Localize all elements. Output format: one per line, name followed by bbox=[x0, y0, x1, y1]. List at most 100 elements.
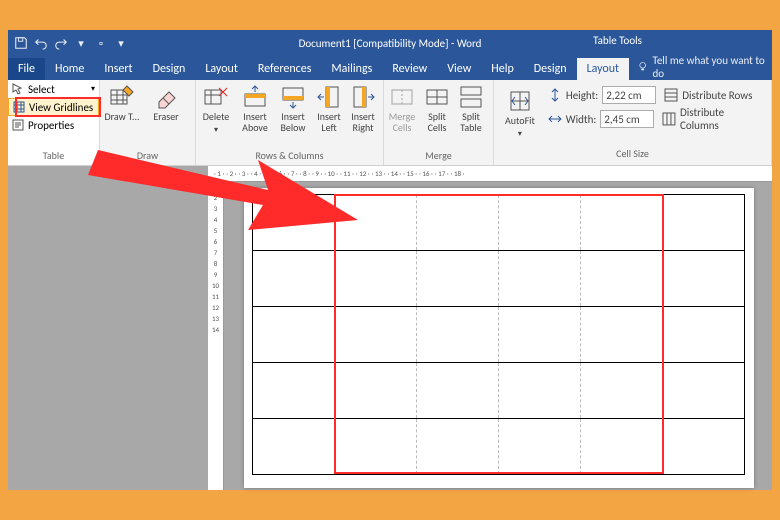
gridlines-icon bbox=[13, 101, 25, 113]
group-table: Select ▾ View Gridlines Properties Table bbox=[8, 80, 100, 165]
height-input[interactable]: 2,22 cm bbox=[602, 86, 656, 104]
group-label-table: Table bbox=[8, 149, 99, 165]
distribute-rows-label: Distribute Rows bbox=[682, 89, 752, 102]
split-cells-icon bbox=[424, 84, 450, 110]
group-label-merge: Merge bbox=[384, 149, 493, 165]
width-label: Width: bbox=[566, 113, 597, 126]
ribbon-tabs: File Home Insert Design Layout Reference… bbox=[8, 56, 772, 80]
distribute-cols-label: Distribute Columns bbox=[680, 106, 765, 132]
insert-row-below-icon bbox=[280, 84, 306, 110]
autofit-label: AutoFit bbox=[505, 116, 535, 127]
qat-icon[interactable]: ▾ bbox=[74, 36, 88, 50]
chevron-down-icon: ▾ bbox=[214, 125, 218, 135]
group-cell-size: AutoFit ▾ Height: 2,22 cm Distribute Row… bbox=[494, 80, 772, 165]
view-gridlines-label: View Gridlines bbox=[29, 101, 93, 114]
eraser-icon bbox=[153, 84, 179, 110]
tab-context-design[interactable]: Design bbox=[524, 58, 577, 80]
merge-cells-label: Merge Cells bbox=[384, 112, 420, 133]
autofit-icon bbox=[507, 88, 533, 114]
lightbulb-icon bbox=[637, 61, 648, 73]
split-cells-button[interactable]: Split Cells bbox=[420, 80, 454, 133]
save-icon[interactable] bbox=[14, 36, 28, 50]
distribute-cols-button[interactable]: Distribute Columns bbox=[662, 106, 765, 132]
width-input[interactable]: 2,45 cm bbox=[600, 110, 654, 128]
chevron-down-icon: ▾ bbox=[91, 84, 95, 94]
width-value: 2,45 cm bbox=[604, 113, 639, 126]
title-bar: ▾ ▫ ▾ Document1 [Compatibility Mode] - W… bbox=[8, 30, 772, 56]
tab-insert[interactable]: Insert bbox=[94, 58, 142, 80]
autofit-button[interactable]: AutoFit ▾ bbox=[500, 84, 540, 139]
col-width-icon bbox=[548, 112, 562, 126]
height-label: Height: bbox=[566, 89, 598, 102]
tab-layout[interactable]: Layout bbox=[195, 58, 248, 80]
tell-me-search[interactable]: Tell me what you want to do bbox=[637, 54, 772, 80]
draw-table-button[interactable]: Draw T... bbox=[100, 80, 144, 123]
view-gridlines-button[interactable]: View Gridlines bbox=[8, 98, 99, 116]
tab-review[interactable]: Review bbox=[382, 58, 437, 80]
document-page[interactable] bbox=[244, 188, 754, 488]
tab-context-layout[interactable]: Layout bbox=[577, 58, 630, 80]
ribbon: Select ▾ View Gridlines Properties Table bbox=[8, 80, 772, 166]
tell-me-label: Tell me what you want to do bbox=[652, 54, 772, 80]
undo-icon[interactable] bbox=[34, 36, 48, 50]
pencil-table-icon bbox=[109, 84, 135, 110]
insert-right-label: Insert Right bbox=[346, 112, 380, 133]
group-label-rowscols: Rows & Columns bbox=[196, 149, 383, 165]
insert-col-left-icon bbox=[316, 84, 342, 110]
split-cells-label: Split Cells bbox=[420, 112, 454, 133]
document-table[interactable] bbox=[252, 194, 745, 475]
qat-icon[interactable]: ▾ bbox=[114, 36, 128, 50]
tab-file[interactable]: File bbox=[8, 58, 45, 80]
quick-access-toolbar: ▾ ▫ ▾ bbox=[8, 36, 128, 50]
insert-above-button[interactable]: Insert Above bbox=[236, 80, 274, 133]
tab-help[interactable]: Help bbox=[481, 58, 524, 80]
insert-above-label: Insert Above bbox=[236, 112, 274, 133]
qat-icon[interactable]: ▫ bbox=[94, 36, 108, 50]
properties-button[interactable]: Properties bbox=[8, 116, 99, 134]
eraser-label: Eraser bbox=[153, 112, 178, 123]
split-table-button[interactable]: Split Table bbox=[454, 80, 488, 133]
delete-button[interactable]: Delete ▾ bbox=[196, 80, 236, 135]
select-button[interactable]: Select ▾ bbox=[8, 80, 99, 98]
tab-design[interactable]: Design bbox=[143, 58, 196, 80]
merge-cells-icon bbox=[389, 84, 415, 110]
tab-mailings[interactable]: Mailings bbox=[321, 58, 382, 80]
group-label-draw: Draw bbox=[100, 149, 195, 165]
word-window: ▾ ▫ ▾ Document1 [Compatibility Mode] - W… bbox=[8, 30, 772, 490]
chevron-down-icon: ▾ bbox=[518, 129, 522, 139]
insert-left-label: Insert Left bbox=[312, 112, 346, 133]
horizontal-ruler[interactable]: · 1 ·· 2 ·· 3 ·· 4 ·· 5 ·· 6 ·· 7 ·· 8 ·… bbox=[208, 166, 772, 182]
insert-row-above-icon bbox=[242, 84, 268, 110]
distribute-rows-icon bbox=[664, 88, 678, 102]
redo-icon[interactable] bbox=[54, 36, 68, 50]
contextual-tab-group-label: Table Tools bbox=[593, 34, 642, 47]
select-label: Select bbox=[28, 83, 55, 96]
insert-left-button[interactable]: Insert Left bbox=[312, 80, 346, 133]
group-rows-columns: Delete ▾ Insert Above Insert Below Inser… bbox=[196, 80, 384, 165]
height-value: 2,22 cm bbox=[606, 89, 641, 102]
properties-icon bbox=[12, 119, 24, 131]
properties-label: Properties bbox=[28, 119, 74, 132]
insert-below-label: Insert Below bbox=[274, 112, 312, 133]
distribute-cols-icon bbox=[662, 112, 676, 126]
tab-home[interactable]: Home bbox=[45, 58, 94, 80]
distribute-rows-button[interactable]: Distribute Rows bbox=[664, 88, 752, 102]
merge-cells-button: Merge Cells bbox=[384, 80, 420, 133]
delete-table-icon bbox=[203, 84, 229, 110]
row-height-icon bbox=[548, 88, 562, 102]
split-table-icon bbox=[458, 84, 484, 110]
insert-right-button[interactable]: Insert Right bbox=[346, 80, 380, 133]
draw-table-label: Draw T... bbox=[104, 112, 139, 123]
group-label-cellsize: Cell Size bbox=[500, 147, 765, 163]
split-table-label: Split Table bbox=[454, 112, 488, 133]
insert-col-right-icon bbox=[350, 84, 376, 110]
group-draw: Draw T... Eraser Draw bbox=[100, 80, 196, 165]
vertical-ruler[interactable]: 1234567891011121314 bbox=[208, 182, 224, 490]
insert-below-button[interactable]: Insert Below bbox=[274, 80, 312, 133]
delete-label: Delete bbox=[203, 112, 230, 123]
eraser-button[interactable]: Eraser bbox=[144, 80, 188, 123]
cursor-icon bbox=[12, 83, 24, 95]
tab-references[interactable]: References bbox=[248, 58, 322, 80]
document-area: · 1 ·· 2 ·· 3 ·· 4 ·· 5 ·· 6 ·· 7 ·· 8 ·… bbox=[8, 166, 772, 490]
tab-view[interactable]: View bbox=[437, 58, 481, 80]
